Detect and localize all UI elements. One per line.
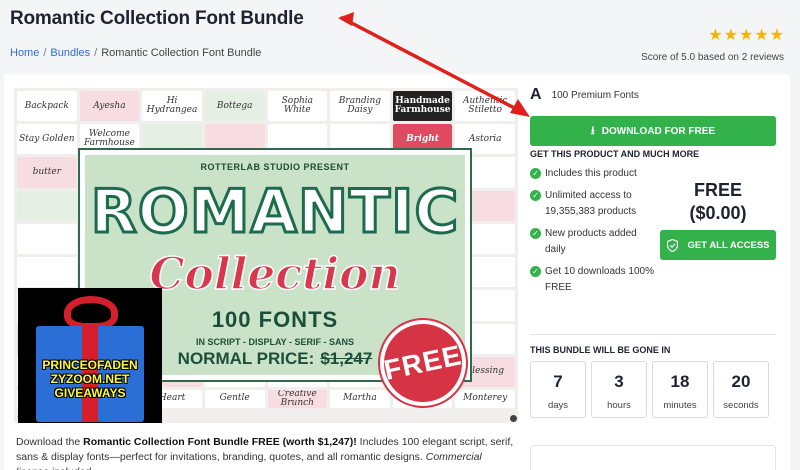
countdown-timer: 7 days 3 hours 18 minutes 20 seconds [530, 361, 769, 418]
price-block: FREE ($0.00) [660, 180, 776, 224]
feature-item: ✓ New products added daily [530, 226, 654, 258]
watermark-line: ZYZOOM.NET [50, 372, 130, 386]
countdown-unit: hours [607, 400, 631, 411]
next-card [530, 445, 776, 470]
countdown-minutes: 18 minutes [652, 361, 708, 418]
font-preview-tile: Martha [330, 389, 390, 408]
star-rating: ★ ★ ★ ★ ★ [641, 28, 784, 44]
poster-studio: ROTTERLAB STUDIO PRESENT [200, 162, 350, 172]
star-icon: ★ [754, 27, 769, 44]
countdown-value: 7 [553, 372, 563, 391]
font-preview-tile: Bottega [204, 91, 265, 122]
feature-text: Unlimited access to 19,355,383 products [545, 190, 637, 217]
countdown-hours: 3 hours [591, 361, 647, 418]
carousel-dot[interactable] [510, 415, 517, 422]
star-icon: ★ [738, 27, 754, 44]
check-icon: ✓ [530, 168, 541, 179]
countdown-value: 3 [614, 372, 624, 391]
font-preview-tile: Backpack [17, 91, 77, 122]
poster-headline: ROMANTIC [89, 176, 460, 249]
desc-lead: Download the [16, 436, 84, 448]
star-icon: ★ [769, 27, 784, 44]
font-preview-tile: Ayesha [79, 91, 140, 122]
font-preview-tile: Authentic Stiletto [455, 91, 515, 122]
free-badge-label: FREE [381, 339, 465, 386]
font-preview-tile: Handmade Farmhouse [392, 91, 453, 122]
countdown-unit: seconds [723, 400, 759, 411]
check-icon: ✓ [530, 228, 541, 239]
font-preview-tile: Stay Golden [17, 124, 77, 155]
rating: ★ ★ ★ ★ ★ Score of 5.0 based on 2 reviews [641, 28, 784, 64]
download-icon: ⭳ [590, 124, 595, 137]
price-label: FREE [693, 180, 742, 200]
font-count-label: 100 Premium Fonts [551, 89, 639, 101]
breadcrumb: Home / Bundles / Romantic Collection Font Bu… [10, 47, 261, 59]
countdown-value: 20 [731, 372, 751, 391]
feature-item: ✓ Includes this product [530, 166, 654, 182]
countdown-heading: THIS BUNDLE WILL BE GONE IN [530, 345, 671, 355]
font-preview-tile: Branding Daisy [330, 91, 390, 122]
normal-price-label: NORMAL PRICE: [177, 349, 315, 368]
check-icon: ✓ [530, 190, 541, 201]
giveaway-watermark: PRINCEOFADEN ZYZOOM.NET GIVEAWAYS [18, 288, 162, 423]
divider [530, 334, 776, 335]
star-icon: ★ [723, 27, 738, 44]
feature-item: ✓ Unlimited access to 19,355,383 products [530, 188, 654, 220]
font-preview-tile: Monterey [455, 389, 515, 408]
breadcrumb-bundles-link[interactable]: Bundles [50, 47, 90, 59]
countdown-unit: days [547, 400, 569, 411]
font-preview-tile: Gentle [204, 389, 265, 408]
feature-text: New products added daily [545, 228, 637, 255]
page-title: Romantic Collection Font Bundle [10, 8, 304, 29]
shield-icon [666, 238, 678, 252]
font-preview-tile [17, 223, 77, 255]
check-icon: ✓ [530, 266, 541, 277]
countdown-seconds: 20 seconds [713, 361, 769, 418]
feature-text: Get 10 downloads 100% FREE [545, 266, 654, 293]
font-preview-tile: butter [17, 157, 77, 188]
font-preview-tile [17, 190, 77, 221]
price-value: ($0.00) [689, 203, 747, 223]
product-image[interactable]: Backpack Ayesha Hi Hydrangea Bottega Sophia … [14, 88, 518, 423]
annotation-arrow [338, 12, 354, 26]
countdown-value: 18 [670, 372, 690, 391]
download-for-free-button[interactable]: ⭳ DOWNLOAD FOR FREE [530, 116, 776, 146]
feature-list: ✓ Includes this product ✓ Unlimited access … [530, 166, 654, 302]
font-preview-tile [17, 257, 77, 288]
breadcrumb-separator: / [94, 47, 98, 59]
font-count: A 100 Premium Fonts [530, 86, 639, 104]
font-icon: A [530, 86, 542, 103]
star-icon: ★ [708, 27, 723, 44]
get-all-access-button[interactable]: GET ALL ACCESS [660, 230, 776, 260]
desc-bold: Romantic Collection Font Bundle FREE (wo… [83, 436, 357, 448]
font-preview-tile: Hi Hydrangea [142, 91, 202, 122]
breadcrumb-separator: / [43, 47, 47, 59]
get-product-heading: GET THIS PRODUCT AND MUCH MORE [530, 149, 700, 159]
download-button-label: DOWNLOAD FOR FREE [601, 125, 716, 137]
feature-item: ✓ Get 10 downloads 100% FREE [530, 264, 654, 296]
breadcrumb-home-link[interactable]: Home [10, 47, 39, 59]
product-description: Download the Romantic Collection Font Bu… [16, 435, 516, 470]
watermark-text: PRINCEOFADEN ZYZOOM.NET GIVEAWAYS [18, 358, 162, 400]
watermark-line: PRINCEOFADEN [42, 358, 138, 372]
font-preview-tile: Sophia White [267, 91, 328, 122]
font-preview-tile: Creative Brunch [267, 389, 328, 408]
watermark-line: GIVEAWAYS [54, 386, 126, 400]
access-button-label: GET ALL ACCESS [687, 239, 770, 251]
rating-score-text: Score of 5.0 based on 2 reviews [641, 52, 784, 63]
feature-text: Includes this product [545, 168, 637, 179]
normal-price-value: $1,247 [320, 349, 373, 368]
countdown-days: 7 days [530, 361, 586, 418]
breadcrumb-current: Romantic Collection Font Bundle [101, 47, 262, 59]
gift-bow-icon [64, 296, 118, 330]
countdown-unit: minutes [663, 400, 697, 411]
